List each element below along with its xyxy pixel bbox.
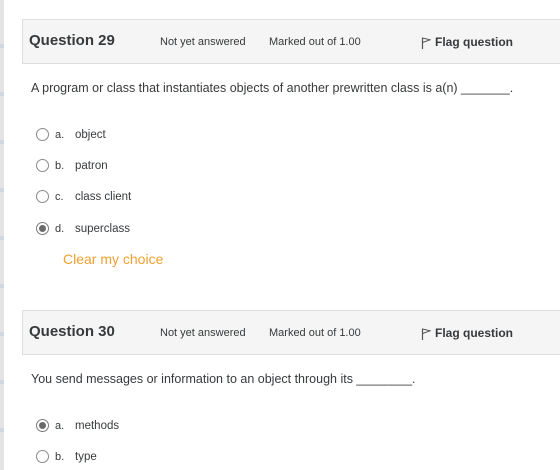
option-letter: b. <box>55 450 65 463</box>
radio-button-selected[interactable] <box>36 418 49 432</box>
flag-question-button[interactable]: Flag question <box>421 326 513 340</box>
question-number: Question 29 <box>29 32 115 49</box>
option-text: patron <box>75 159 108 172</box>
answer-option-b[interactable]: b. type <box>36 441 119 470</box>
radio-button[interactable] <box>36 158 49 172</box>
question-30: Question 30 Not yet answered Marked out … <box>22 310 560 463</box>
option-letter: b. <box>55 159 65 172</box>
flag-icon <box>421 37 431 49</box>
answer-option-d[interactable]: d. superclass <box>36 213 131 244</box>
flag-question-label: Flag question <box>435 35 513 49</box>
option-text: type <box>75 450 97 463</box>
option-text: methods <box>75 419 120 432</box>
option-text: class client <box>75 191 132 204</box>
option-text: superclass <box>75 222 130 235</box>
answer-option-b[interactable]: b. patron <box>36 150 131 181</box>
question-text: You send messages or information to an o… <box>31 372 416 386</box>
radio-button[interactable] <box>36 190 49 204</box>
option-letter: a. <box>55 419 65 432</box>
option-letter: a. <box>55 128 65 141</box>
question-text: A program or class that instantiates obj… <box>31 81 514 95</box>
question-state: Not yet answered <box>160 327 246 339</box>
flag-question-button[interactable]: Flag question <box>421 35 513 49</box>
question-info-bar: Question 29 Not yet answered Marked out … <box>22 19 560 64</box>
flag-question-label: Flag question <box>435 326 513 340</box>
question-29: Question 29 Not yet answered Marked out … <box>22 19 560 267</box>
answer-options: a. object b. patron c. class client d. s… <box>36 119 131 244</box>
answer-option-a[interactable]: a. object <box>36 119 131 150</box>
question-number: Question 30 <box>29 323 115 340</box>
radio-button[interactable] <box>36 449 49 463</box>
question-info-bar: Question 30 Not yet answered Marked out … <box>22 310 560 355</box>
question-grade: Marked out of 1.00 <box>269 36 361 48</box>
left-edge-divider <box>0 0 4 470</box>
question-state: Not yet answered <box>160 36 246 48</box>
option-letter: d. <box>55 222 65 235</box>
answer-option-c[interactable]: c. class client <box>36 182 131 213</box>
clear-choice-link[interactable]: Clear my choice <box>63 251 163 267</box>
option-letter: c. <box>55 191 64 204</box>
option-text: object <box>75 128 106 141</box>
answer-option-a[interactable]: a. methods <box>36 410 119 441</box>
question-grade: Marked out of 1.00 <box>269 327 361 339</box>
radio-button[interactable] <box>36 127 49 141</box>
answer-options: a. methods b. type <box>36 410 119 470</box>
radio-button-selected[interactable] <box>36 221 49 235</box>
flag-icon <box>421 328 431 340</box>
